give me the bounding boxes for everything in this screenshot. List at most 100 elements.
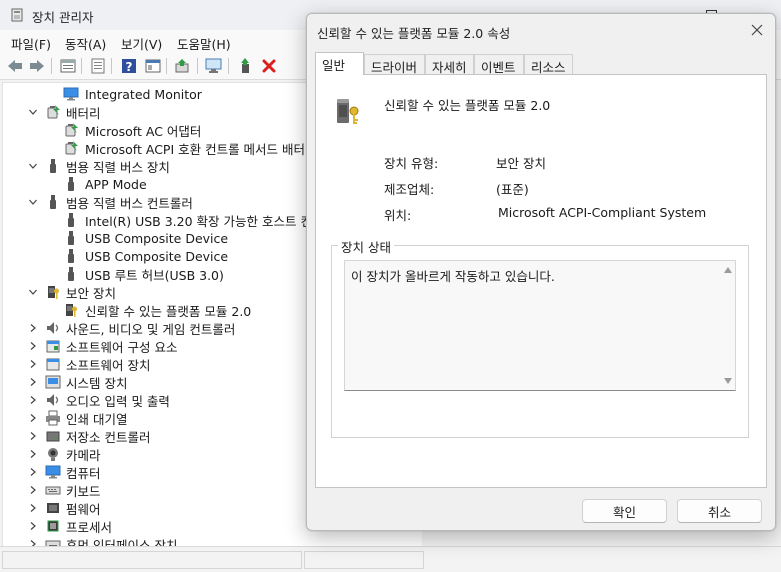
window-title: 장치 관리자: [32, 10, 94, 25]
chevron-right-icon[interactable]: [28, 323, 38, 333]
close-icon: [751, 24, 763, 36]
usb-icon: [63, 248, 79, 264]
tree-item-label: 인쇄 대기열: [66, 411, 128, 427]
device-status-text: 이 장치가 올바르게 작동하고 있습니다.: [351, 269, 555, 284]
device-status-textbox[interactable]: 이 장치가 올바르게 작동하고 있습니다.: [344, 260, 736, 391]
device-type-value: 보안 장치: [496, 156, 546, 171]
chevron-right-icon[interactable]: [28, 377, 38, 387]
chevron-right-icon[interactable]: [28, 449, 38, 459]
chevron-right-icon[interactable]: [28, 503, 38, 513]
dialog-title-bar: 신뢰할 수 있는 플랫폼 모듈 2.0 속성: [307, 14, 775, 46]
usb-icon: [45, 194, 61, 210]
dialog-title: 신뢰할 수 있는 플랫폼 모듈 2.0 속성: [317, 26, 511, 41]
usb-icon: [63, 212, 79, 228]
tab-events[interactable]: 이벤트: [474, 54, 524, 75]
back-button[interactable]: [6, 57, 24, 75]
view-icon: [145, 59, 161, 73]
chevron-down-icon[interactable]: [28, 107, 38, 117]
usb-icon: [63, 176, 79, 192]
help-button[interactable]: ?: [120, 57, 138, 75]
forward-button[interactable]: [28, 57, 46, 75]
tree-item-label: 키보드: [66, 483, 101, 499]
properties-button[interactable]: [59, 57, 77, 75]
processor-icon: [45, 518, 61, 534]
svg-text:?: ?: [126, 60, 133, 74]
camera-icon: [45, 446, 61, 462]
manufacturer-label: 제조업체:: [384, 182, 435, 197]
speaker-icon: [45, 320, 61, 336]
chevron-right-icon[interactable]: [28, 485, 38, 495]
hid-icon: [45, 536, 61, 546]
properties-dialog: 신뢰할 수 있는 플랫폼 모듈 2.0 속성 일반 드라이버 자세히 이벤트 리…: [306, 13, 776, 531]
device-status-group: 장치 상태 이 장치가 올바르게 작동하고 있습니다.: [331, 237, 749, 438]
software-device-icon: [45, 356, 61, 372]
software-component-icon: [45, 338, 61, 354]
show-hidden-icon: [91, 58, 105, 74]
battery-icon: [45, 104, 61, 120]
tree-item-label: 소프트웨어 구성 요소: [66, 339, 178, 355]
ok-button[interactable]: 확인: [582, 499, 667, 523]
tab-resources[interactable]: 리소스: [524, 54, 573, 75]
computer-icon: [45, 464, 61, 480]
uninstall-icon: [262, 59, 276, 73]
printer-icon: [45, 410, 61, 426]
tree-item-label: 펌웨어: [66, 501, 101, 517]
chevron-right-icon[interactable]: [28, 341, 38, 351]
tab-details[interactable]: 자세히: [425, 54, 474, 75]
forward-arrow-icon: [30, 60, 44, 72]
show-hidden-button[interactable]: [89, 57, 107, 75]
chevron-right-icon[interactable]: [28, 467, 38, 477]
tpm-icon: [63, 302, 79, 318]
device-status-label: 장치 상태: [338, 237, 394, 256]
tab-driver[interactable]: 드라이버: [364, 54, 425, 75]
cancel-button[interactable]: 취소: [677, 499, 762, 523]
tree-item-label: USB Composite Device: [85, 248, 229, 264]
uninstall-button[interactable]: [260, 57, 278, 75]
view-button[interactable]: [144, 57, 162, 75]
general-tab-page: 신뢰할 수 있는 플랫폼 모듈 2.0 장치 유형: 보안 장치 제조업체: (…: [315, 74, 767, 488]
update-driver-button[interactable]: [174, 57, 192, 75]
chevron-right-icon[interactable]: [28, 413, 38, 423]
chevron-right-icon[interactable]: [28, 395, 38, 405]
device-name: 신뢰할 수 있는 플랫폼 모듈 2.0: [384, 98, 551, 113]
dialog-close-button[interactable]: [747, 20, 767, 40]
tree-item-label: Integrated Monitor: [85, 86, 202, 102]
tree-item-label: 소프트웨어 장치: [66, 357, 151, 373]
menu-action[interactable]: 동작(A): [65, 34, 106, 53]
chevron-right-icon[interactable]: [28, 521, 38, 531]
tree-item-label: 프로세서: [66, 519, 113, 535]
add-driver-button[interactable]: [236, 57, 254, 75]
battery-icon: [63, 122, 79, 138]
manufacturer-value: (표준): [496, 182, 529, 197]
tree-item-label: 시스템 장치: [66, 375, 128, 391]
location-label: 위치:: [384, 208, 412, 223]
system-device-icon: [45, 374, 61, 390]
menu-view[interactable]: 보기(V): [121, 34, 162, 53]
scan-hardware-button[interactable]: [205, 57, 223, 75]
chevron-right-icon[interactable]: [28, 359, 38, 369]
usb-icon: [63, 230, 79, 246]
chevron-right-icon[interactable]: [28, 539, 38, 546]
chevron-down-icon[interactable]: [28, 287, 38, 297]
chevron-down-icon[interactable]: [28, 161, 38, 171]
scan-hardware-icon: [205, 58, 222, 73]
location-value: Microsoft ACPI-Compliant System: [498, 205, 707, 220]
tree-item-label: 휴먼 인터페이스 장치: [66, 537, 178, 547]
status-scrollbar[interactable]: [723, 264, 733, 387]
scroll-up-icon[interactable]: [724, 267, 732, 273]
tree-item-label: 범용 직렬 버스 장치: [66, 159, 170, 175]
tree-item-label: 신뢰할 수 있는 플랫폼 모듈 2.0: [85, 303, 252, 319]
scroll-down-icon[interactable]: [724, 378, 732, 384]
storage-icon: [45, 428, 61, 444]
audio-icon: [45, 392, 61, 408]
menu-file[interactable]: 파일(F): [11, 34, 51, 53]
tab-general[interactable]: 일반: [315, 52, 364, 75]
chevron-right-icon[interactable]: [28, 431, 38, 441]
help-icon: ?: [122, 59, 136, 74]
update-driver-icon: [175, 59, 189, 73]
menu-help[interactable]: 도움말(H): [177, 34, 231, 53]
chevron-down-icon[interactable]: [28, 197, 38, 207]
battery-icon: [63, 140, 79, 156]
tree-item-label: 범용 직렬 버스 컨트롤러: [66, 195, 193, 211]
tree-item[interactable]: 휴먼 인터페이스 장치: [3, 535, 422, 546]
